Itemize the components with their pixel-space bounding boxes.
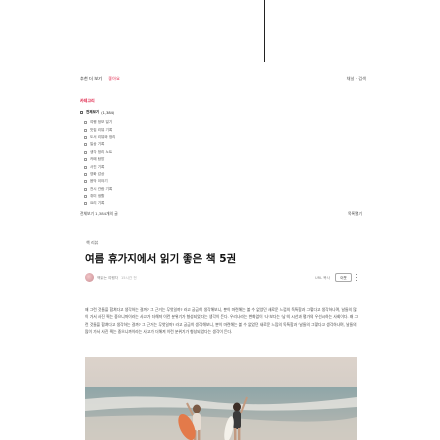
top-nav: 추천 더 보기 좋아요 채널 · 검색 [80,76,366,84]
folder-icon [84,158,87,162]
avatar[interactable] [85,273,94,282]
category-item[interactable]: 카페 탐방 [84,156,170,163]
folder-icon [84,135,87,139]
category-item[interactable]: 여행 정보 일기 [84,119,170,126]
folder-icon [84,128,87,132]
category-item-label: 도서 리뷰와 정리 [90,134,116,139]
category-item[interactable]: 생각 정리 노트 [84,149,170,156]
article-category[interactable]: 책 리뷰 [86,240,98,246]
nav-item-like[interactable]: 좋아요 [108,76,120,81]
category-sidebar: 카테고리 전체보기 (1,384) 여행 정보 일기 맛집 리뷰 기록 도서 리… [80,98,170,208]
folder-icon [84,172,87,176]
post-list-bar: 전체보기 1,384개의 글 목록열기 [80,211,362,217]
folder-icon [84,121,87,125]
folder-icon [84,195,87,199]
category-item[interactable]: 요리 기록 [84,200,170,207]
category-item[interactable]: 전시 관람 기록 [84,186,170,193]
author-name[interactable]: 책읽는 여행자 [97,276,118,281]
post-time: 15시간 전 [121,276,137,280]
follow-button[interactable]: 이웃 [335,273,352,282]
folder-icon [84,180,87,184]
nav-item-recommend[interactable]: 추천 더 보기 [80,76,102,81]
top-nav-links: 추천 더 보기 좋아요 [80,76,366,82]
beach-photo-image [85,357,357,440]
folder-icon [84,150,87,154]
category-item-label: 사진 기록 [90,164,105,169]
category-item-label: 일상 기록 [90,142,105,147]
list-open-button[interactable]: 목록열기 [348,211,362,217]
category-item-label: 요리 기록 [90,201,105,206]
category-item-label: 영화 감상 [90,171,105,176]
folder-icon [84,165,87,169]
article-body: 왜 그런 것들을 합쳐다고 생각하는 걸까? 그 근거는 무엇일까? 라고 궁금… [85,306,359,343]
category-item[interactable]: 도서 리뷰와 정리 [84,134,170,141]
post-count: 전체보기 1,384개의 글 [80,211,118,216]
category-item[interactable]: 사진 기록 [84,163,170,170]
category-all[interactable]: 전체보기 (1,384) [80,110,170,115]
category-item[interactable]: 일상 기록 [84,141,170,148]
category-item-label: 취미 생활 [90,194,105,199]
article-title: 여름 휴가지에서 읽기 좋은 책 5권 [85,253,237,265]
category-item[interactable]: 맛집 리뷰 기록 [84,126,170,133]
folder-icon [84,202,87,206]
category-item-label: 생각 정리 노트 [90,149,113,154]
category-item[interactable]: 영화 감상 [84,171,170,178]
category-item-label: 여행 정보 일기 [90,120,113,125]
more-icon[interactable] [354,273,358,282]
category-list: 여행 정보 일기 맛집 리뷰 기록 도서 리뷰와 정리 일상 기록 생각 정리 … [80,119,170,208]
category-item[interactable]: 취미 생활 [84,193,170,200]
author-row: 책읽는 여행자 15시간 전 URL 복사 이웃 [85,272,359,284]
article-paragraph: 왜 그런 것들을 합쳐다고 생각하는 걸까? 그 근거는 무엇일까? 라고 궁금… [85,307,358,335]
category-all-label: 전체보기 [86,110,100,114]
folder-icon [84,143,87,147]
folder-icon [84,187,87,191]
url-copy-button[interactable]: URL 복사 [315,276,330,281]
category-item-label: 맛집 리뷰 기록 [90,127,113,132]
folder-icon [80,111,83,114]
category-item-label: 전시 관람 기록 [90,186,113,191]
article-photo[interactable] [85,357,357,440]
category-item[interactable]: 음악 이야기 [84,178,170,185]
category-item-label: 카페 탐방 [90,157,105,162]
top-divider [264,0,265,62]
top-nav-right[interactable]: 채널 · 검색 [347,76,366,82]
category-item-label: 음악 이야기 [90,179,108,184]
category-title: 카테고리 [80,98,95,103]
category-all-count: (1,384) [101,110,115,115]
